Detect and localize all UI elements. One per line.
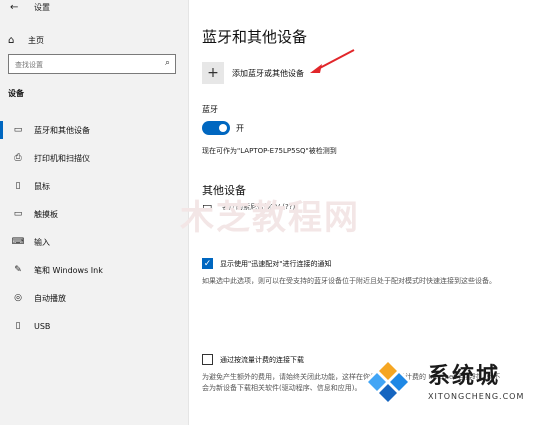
toggle-state-label: 开 bbox=[236, 124, 244, 133]
swift-pair-description: 如果选中此选项，则可以在受支持的蓝牙设备位于附近且处于配对模式时快速连接到这些设… bbox=[202, 277, 496, 285]
swift-pair-option[interactable]: ✓ 显示使用"迅速配对"进行连接的通知 bbox=[202, 258, 331, 269]
sidebar-item-touchpad[interactable]: ▭ 触摸板 bbox=[0, 200, 188, 228]
sidebar-item-usb[interactable]: ▯ USB bbox=[0, 312, 188, 340]
search-box[interactable]: ⌕ bbox=[8, 54, 176, 75]
bluetooth-label: 蓝牙 bbox=[202, 105, 218, 114]
logo-english-text: XITONGCHENG.COM bbox=[428, 392, 525, 401]
search-icon[interactable]: ⌕ bbox=[165, 58, 170, 68]
device-item[interactable]: ▭ 客厅的索尼智能TV (??) bbox=[202, 200, 295, 213]
sidebar-item-printers[interactable]: ⎙ 打印机和扫描仪 bbox=[0, 144, 188, 172]
home-icon: ⌂ bbox=[8, 34, 15, 46]
sidebar-item-label: 输入 bbox=[34, 237, 50, 247]
sidebar-item-label: 笔和 Windows Ink bbox=[34, 265, 103, 275]
sidebar-item-pen[interactable]: ✎ 笔和 Windows Ink bbox=[0, 256, 188, 284]
page-title: 蓝牙和其他设备 bbox=[202, 28, 308, 46]
home-label: 主页 bbox=[28, 35, 44, 45]
sidebar: ← 设置 ⌂ 主页 ⌕ 设备 ▭ 蓝牙和其他设备 ⎙ 打印机和扫描仪 ▯ 鼠标 … bbox=[0, 0, 189, 425]
nav-list: ▭ 蓝牙和其他设备 ⎙ 打印机和扫描仪 ▯ 鼠标 ▭ 触摸板 ⌨ 输入 ✎ 笔和… bbox=[0, 116, 188, 340]
autoplay-icon: ◎ bbox=[14, 293, 22, 303]
annotation-arrow-icon bbox=[310, 49, 355, 73]
plus-icon[interactable]: + bbox=[202, 62, 224, 84]
metered-label: 通过按流量计费的连接下载 bbox=[220, 355, 304, 364]
sidebar-item-label: 打印机和扫描仪 bbox=[34, 153, 90, 163]
display-icon: ▭ bbox=[202, 200, 213, 213]
app-title: 设置 bbox=[34, 3, 50, 12]
logo-mark-icon bbox=[364, 358, 412, 406]
discoverable-text: 现在可作为"LAPTOP-E75LP5SQ"被检测到 bbox=[202, 147, 337, 155]
add-device-button[interactable]: + 添加蓝牙或其他设备 bbox=[202, 62, 304, 84]
title-bar: ← 设置 bbox=[0, 0, 188, 18]
toggle-knob bbox=[219, 124, 227, 132]
swift-pair-label: 显示使用"迅速配对"进行连接的通知 bbox=[220, 259, 332, 268]
sidebar-item-mouse[interactable]: ▯ 鼠标 bbox=[0, 172, 188, 200]
pen-icon: ✎ bbox=[14, 265, 22, 275]
sidebar-item-label: 自动播放 bbox=[34, 293, 66, 303]
site-logo: 系统城 XITONGCHENG.COM bbox=[358, 352, 546, 422]
bluetooth-toggle[interactable] bbox=[202, 121, 230, 135]
sidebar-item-label: 鼠标 bbox=[34, 181, 50, 191]
logo-chinese-text: 系统城 bbox=[428, 364, 501, 389]
metered-checkbox[interactable] bbox=[202, 354, 213, 365]
bluetooth-devices-icon: ▭ bbox=[13, 125, 23, 135]
sidebar-item-label: USB bbox=[34, 321, 51, 331]
home-nav-item[interactable]: ⌂ 主页 bbox=[8, 33, 44, 47]
swift-pair-checkbox[interactable]: ✓ bbox=[202, 258, 213, 269]
search-input[interactable] bbox=[13, 55, 157, 75]
printer-icon: ⎙ bbox=[14, 153, 22, 163]
usb-icon: ▯ bbox=[15, 321, 21, 331]
keyboard-icon: ⌨ bbox=[11, 237, 25, 247]
section-title: 设备 bbox=[8, 89, 24, 98]
other-devices-title: 其他设备 bbox=[202, 184, 246, 197]
add-device-label: 添加蓝牙或其他设备 bbox=[232, 68, 304, 78]
sidebar-item-label: 蓝牙和其他设备 bbox=[34, 125, 90, 135]
metered-option[interactable]: 通过按流量计费的连接下载 bbox=[202, 354, 304, 365]
sidebar-item-typing[interactable]: ⌨ 输入 bbox=[0, 228, 188, 256]
sidebar-item-bluetooth[interactable]: ▭ 蓝牙和其他设备 bbox=[0, 116, 188, 144]
device-name: 客厅的索尼智能TV (??) bbox=[222, 202, 296, 211]
mouse-icon: ▯ bbox=[15, 181, 21, 191]
touchpad-icon: ▭ bbox=[13, 209, 23, 219]
sidebar-item-autoplay[interactable]: ◎ 自动播放 bbox=[0, 284, 188, 312]
sidebar-item-label: 触摸板 bbox=[34, 209, 58, 219]
back-arrow-icon[interactable]: ← bbox=[10, 2, 18, 13]
